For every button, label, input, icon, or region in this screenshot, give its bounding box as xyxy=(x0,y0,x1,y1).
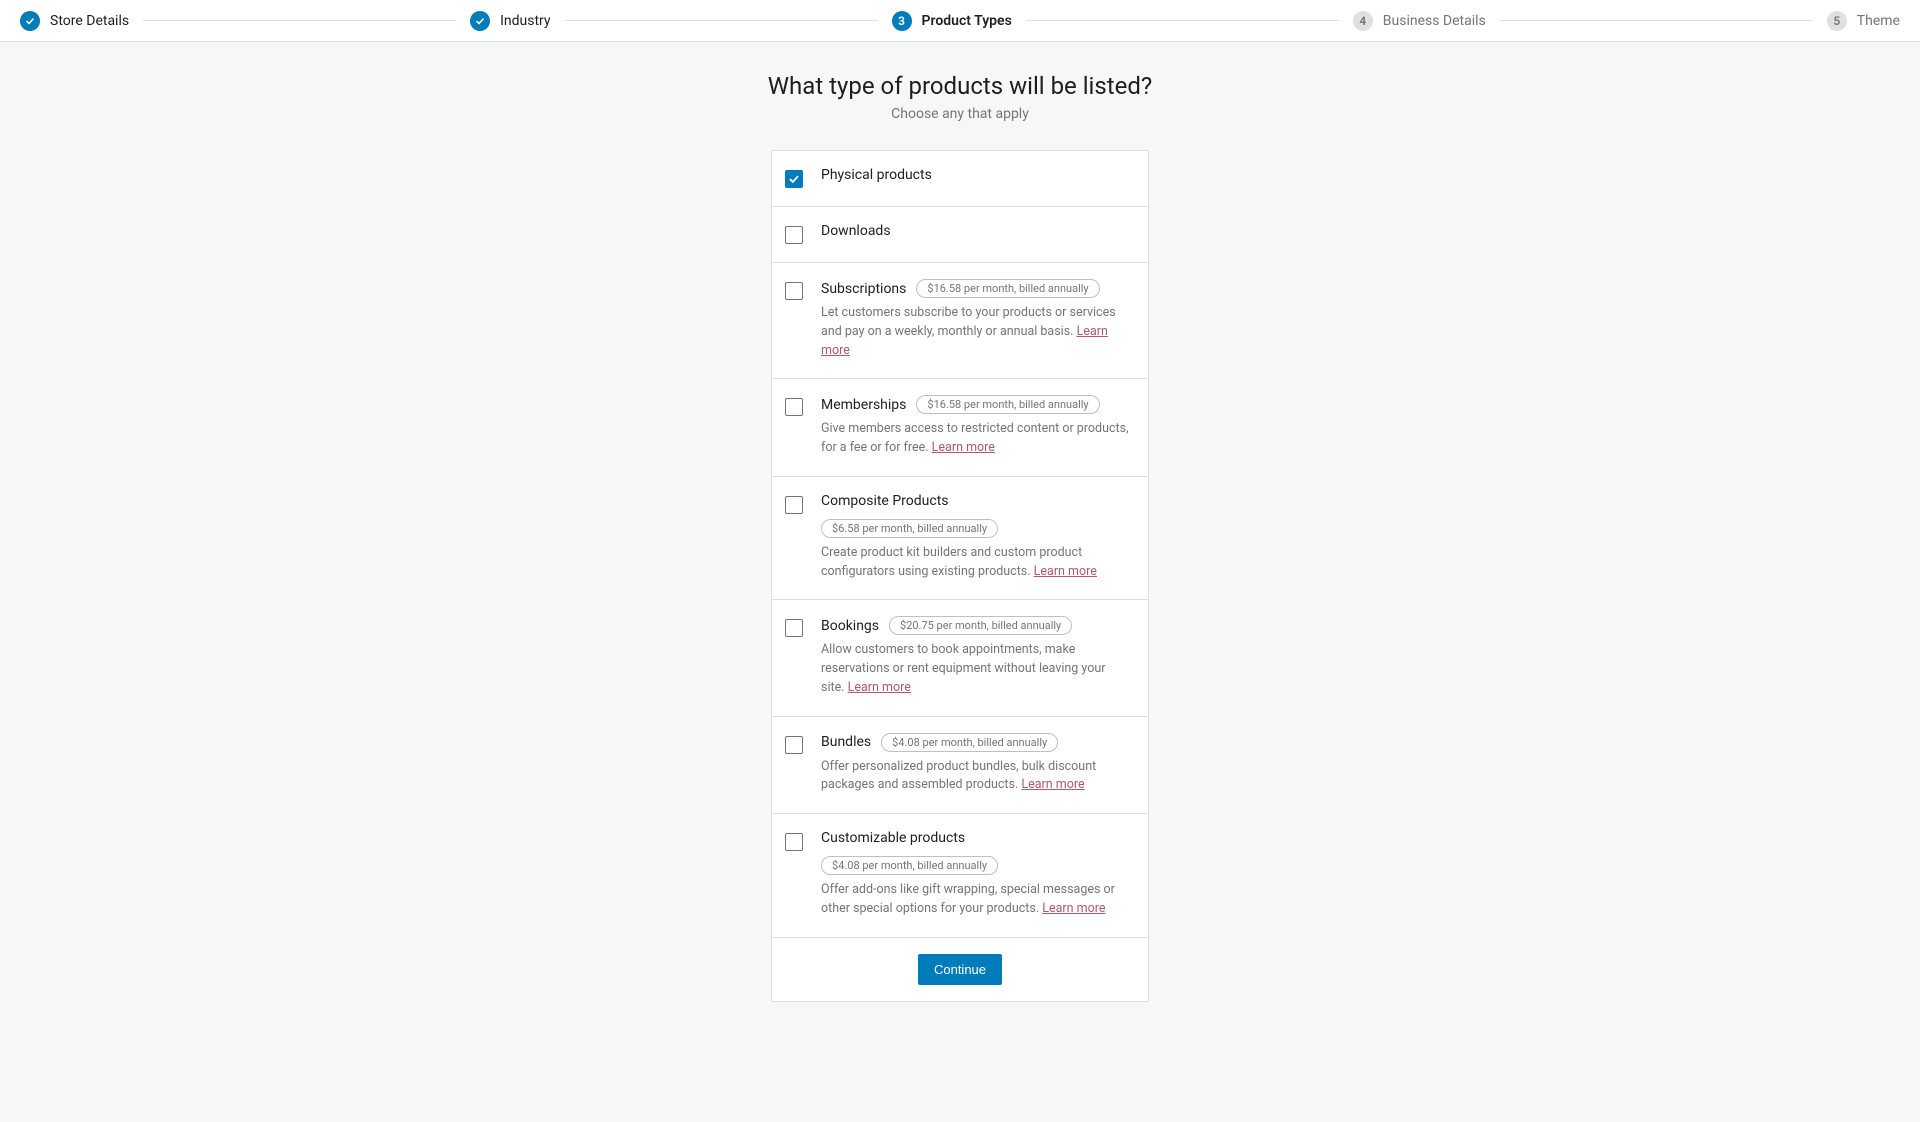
continue-button[interactable]: Continue xyxy=(918,954,1002,985)
product-type-option[interactable]: Physical products xyxy=(772,151,1148,207)
option-label: Composite Products xyxy=(821,493,949,509)
option-content: Composite Products $6.58 per month, bille… xyxy=(821,493,1132,582)
step-label: Theme xyxy=(1857,13,1900,29)
price-badge: $4.08 per month, billed annually xyxy=(821,856,998,875)
option-header: Composite Products $6.58 per month, bille… xyxy=(821,493,1132,538)
option-header: Subscriptions $16.58 per month, billed an… xyxy=(821,279,1132,298)
option-label: Physical products xyxy=(821,167,932,183)
step-divider xyxy=(565,20,878,21)
learn-more-link[interactable]: Learn more xyxy=(1034,564,1097,579)
option-header: Customizable products $4.08 per month, bi… xyxy=(821,830,1132,875)
option-content: Downloads xyxy=(821,223,1132,239)
checkbox[interactable] xyxy=(785,170,803,188)
option-content: Bookings $20.75 per month, billed annuall… xyxy=(821,616,1132,697)
learn-more-link[interactable]: Learn more xyxy=(1042,901,1105,916)
option-content: Subscriptions $16.58 per month, billed an… xyxy=(821,279,1132,360)
step-number-icon: 4 xyxy=(1353,11,1373,31)
option-content: Physical products xyxy=(821,167,1132,183)
step-number-icon: 5 xyxy=(1827,11,1847,31)
option-description: Offer add-ons like gift wrapping, specia… xyxy=(821,881,1132,919)
check-icon xyxy=(470,11,490,31)
price-badge: $4.08 per month, billed annually xyxy=(881,733,1058,752)
price-badge: $16.58 per month, billed annually xyxy=(916,279,1099,298)
checkbox[interactable] xyxy=(785,736,803,754)
learn-more-link[interactable]: Learn more xyxy=(1021,777,1084,792)
main-content: What type of products will be listed? Ch… xyxy=(0,42,1920,1052)
option-label: Bookings xyxy=(821,618,879,634)
learn-more-link[interactable]: Learn more xyxy=(932,440,995,455)
product-types-card: Physical products Downloads Subscriptions $… xyxy=(771,150,1149,1002)
card-footer: Continue xyxy=(772,938,1148,1001)
step-label: Product Types xyxy=(922,13,1012,29)
page-subtitle: Choose any that apply xyxy=(891,106,1029,122)
checkbox[interactable] xyxy=(785,398,803,416)
checkbox[interactable] xyxy=(785,226,803,244)
option-description: Give members access to restricted conten… xyxy=(821,420,1132,458)
step-label: Store Details xyxy=(50,13,129,29)
option-header: Physical products xyxy=(821,167,1132,183)
step-store-details[interactable]: Store Details xyxy=(20,11,129,31)
option-content: Memberships $16.58 per month, billed annu… xyxy=(821,395,1132,458)
product-type-option[interactable]: Bookings $20.75 per month, billed annuall… xyxy=(772,600,1148,716)
step-product-types[interactable]: 3 Product Types xyxy=(892,11,1012,31)
step-label: Business Details xyxy=(1383,13,1486,29)
option-header: Memberships $16.58 per month, billed annu… xyxy=(821,395,1132,414)
learn-more-link[interactable]: Learn more xyxy=(848,680,911,695)
step-business-details[interactable]: 4 Business Details xyxy=(1353,11,1486,31)
step-divider xyxy=(1500,20,1813,21)
step-label: Industry xyxy=(500,13,550,29)
option-description: Offer personalized product bundles, bulk… xyxy=(821,758,1132,796)
option-content: Bundles $4.08 per month, billed annually O… xyxy=(821,733,1132,796)
checkbox[interactable] xyxy=(785,282,803,300)
check-icon xyxy=(20,11,40,31)
product-type-option[interactable]: Composite Products $6.58 per month, bille… xyxy=(772,477,1148,601)
price-badge: $20.75 per month, billed annually xyxy=(889,616,1072,635)
step-theme[interactable]: 5 Theme xyxy=(1827,11,1900,31)
option-label: Downloads xyxy=(821,223,891,239)
step-divider xyxy=(1026,20,1339,21)
option-label: Bundles xyxy=(821,734,871,750)
checkbox[interactable] xyxy=(785,619,803,637)
step-industry[interactable]: Industry xyxy=(470,11,550,31)
option-description: Allow customers to book appointments, ma… xyxy=(821,641,1132,697)
option-description: Let customers subscribe to your products… xyxy=(821,304,1132,360)
product-type-option[interactable]: Memberships $16.58 per month, billed annu… xyxy=(772,379,1148,477)
product-type-option[interactable]: Bundles $4.08 per month, billed annually O… xyxy=(772,717,1148,815)
checkbox[interactable] xyxy=(785,833,803,851)
option-label: Subscriptions xyxy=(821,281,906,297)
step-number-icon: 3 xyxy=(892,11,912,31)
price-badge: $6.58 per month, billed annually xyxy=(821,519,998,538)
option-header: Downloads xyxy=(821,223,1132,239)
option-label: Customizable products xyxy=(821,830,965,846)
step-divider xyxy=(143,20,456,21)
option-header: Bookings $20.75 per month, billed annuall… xyxy=(821,616,1132,635)
option-content: Customizable products $4.08 per month, bi… xyxy=(821,830,1132,919)
product-type-option[interactable]: Downloads xyxy=(772,207,1148,263)
page-title: What type of products will be listed? xyxy=(768,72,1152,100)
product-type-option[interactable]: Customizable products $4.08 per month, bi… xyxy=(772,814,1148,938)
setup-wizard-stepper: Store Details Industry 3 Product Types 4… xyxy=(0,0,1920,42)
price-badge: $16.58 per month, billed annually xyxy=(916,395,1099,414)
option-description: Create product kit builders and custom p… xyxy=(821,544,1132,582)
option-header: Bundles $4.08 per month, billed annually xyxy=(821,733,1132,752)
option-label: Memberships xyxy=(821,397,906,413)
product-type-option[interactable]: Subscriptions $16.58 per month, billed an… xyxy=(772,263,1148,379)
checkbox[interactable] xyxy=(785,496,803,514)
